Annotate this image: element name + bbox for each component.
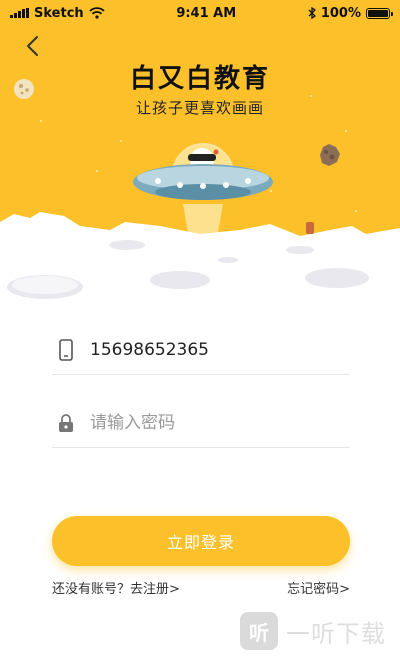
- chevron-left-icon: [27, 36, 38, 56]
- star-decoration: [96, 170, 98, 172]
- password-row: [52, 398, 350, 448]
- watermark-logo: 听 一听下载: [240, 612, 386, 650]
- asteroid-icon: [320, 144, 340, 166]
- forgot-password-link[interactable]: 忘记密码>: [287, 578, 350, 597]
- register-link[interactable]: 还没有账号？去注册>: [52, 578, 180, 597]
- battery-icon: [366, 7, 393, 19]
- watermark-text: 一听下载: [286, 619, 386, 648]
- app-title: 白又白教育: [129, 64, 270, 94]
- carrier-label: Sketch: [34, 5, 84, 21]
- login-button[interactable]: 立即登录: [52, 516, 350, 566]
- password-input[interactable]: [90, 402, 350, 443]
- watermark-badge: 听: [240, 612, 278, 650]
- phone-icon: [56, 338, 76, 361]
- phone-input[interactable]: [90, 329, 350, 370]
- back-button[interactable]: [18, 32, 46, 60]
- battery-level: [368, 9, 388, 17]
- phone-row: [52, 325, 350, 375]
- app-subtitle: 让孩子更喜欢画画: [135, 99, 264, 117]
- signal-icon: [10, 8, 29, 18]
- lock-icon: [56, 412, 76, 434]
- star-decoration: [345, 130, 347, 132]
- moon-surface: [0, 212, 400, 310]
- status-time: 9:41 AM: [176, 5, 237, 21]
- hero-banner: Sketch 9:41 AM 100% 白又白教育 让孩子更喜欢画画: [0, 0, 400, 310]
- star-decoration: [40, 120, 42, 122]
- status-bar: Sketch 9:41 AM 100%: [0, 0, 400, 26]
- battery-percent: 100%: [320, 5, 361, 21]
- wifi-icon: [89, 7, 105, 19]
- bluetooth-icon: [308, 7, 316, 19]
- star-decoration: [120, 140, 122, 142]
